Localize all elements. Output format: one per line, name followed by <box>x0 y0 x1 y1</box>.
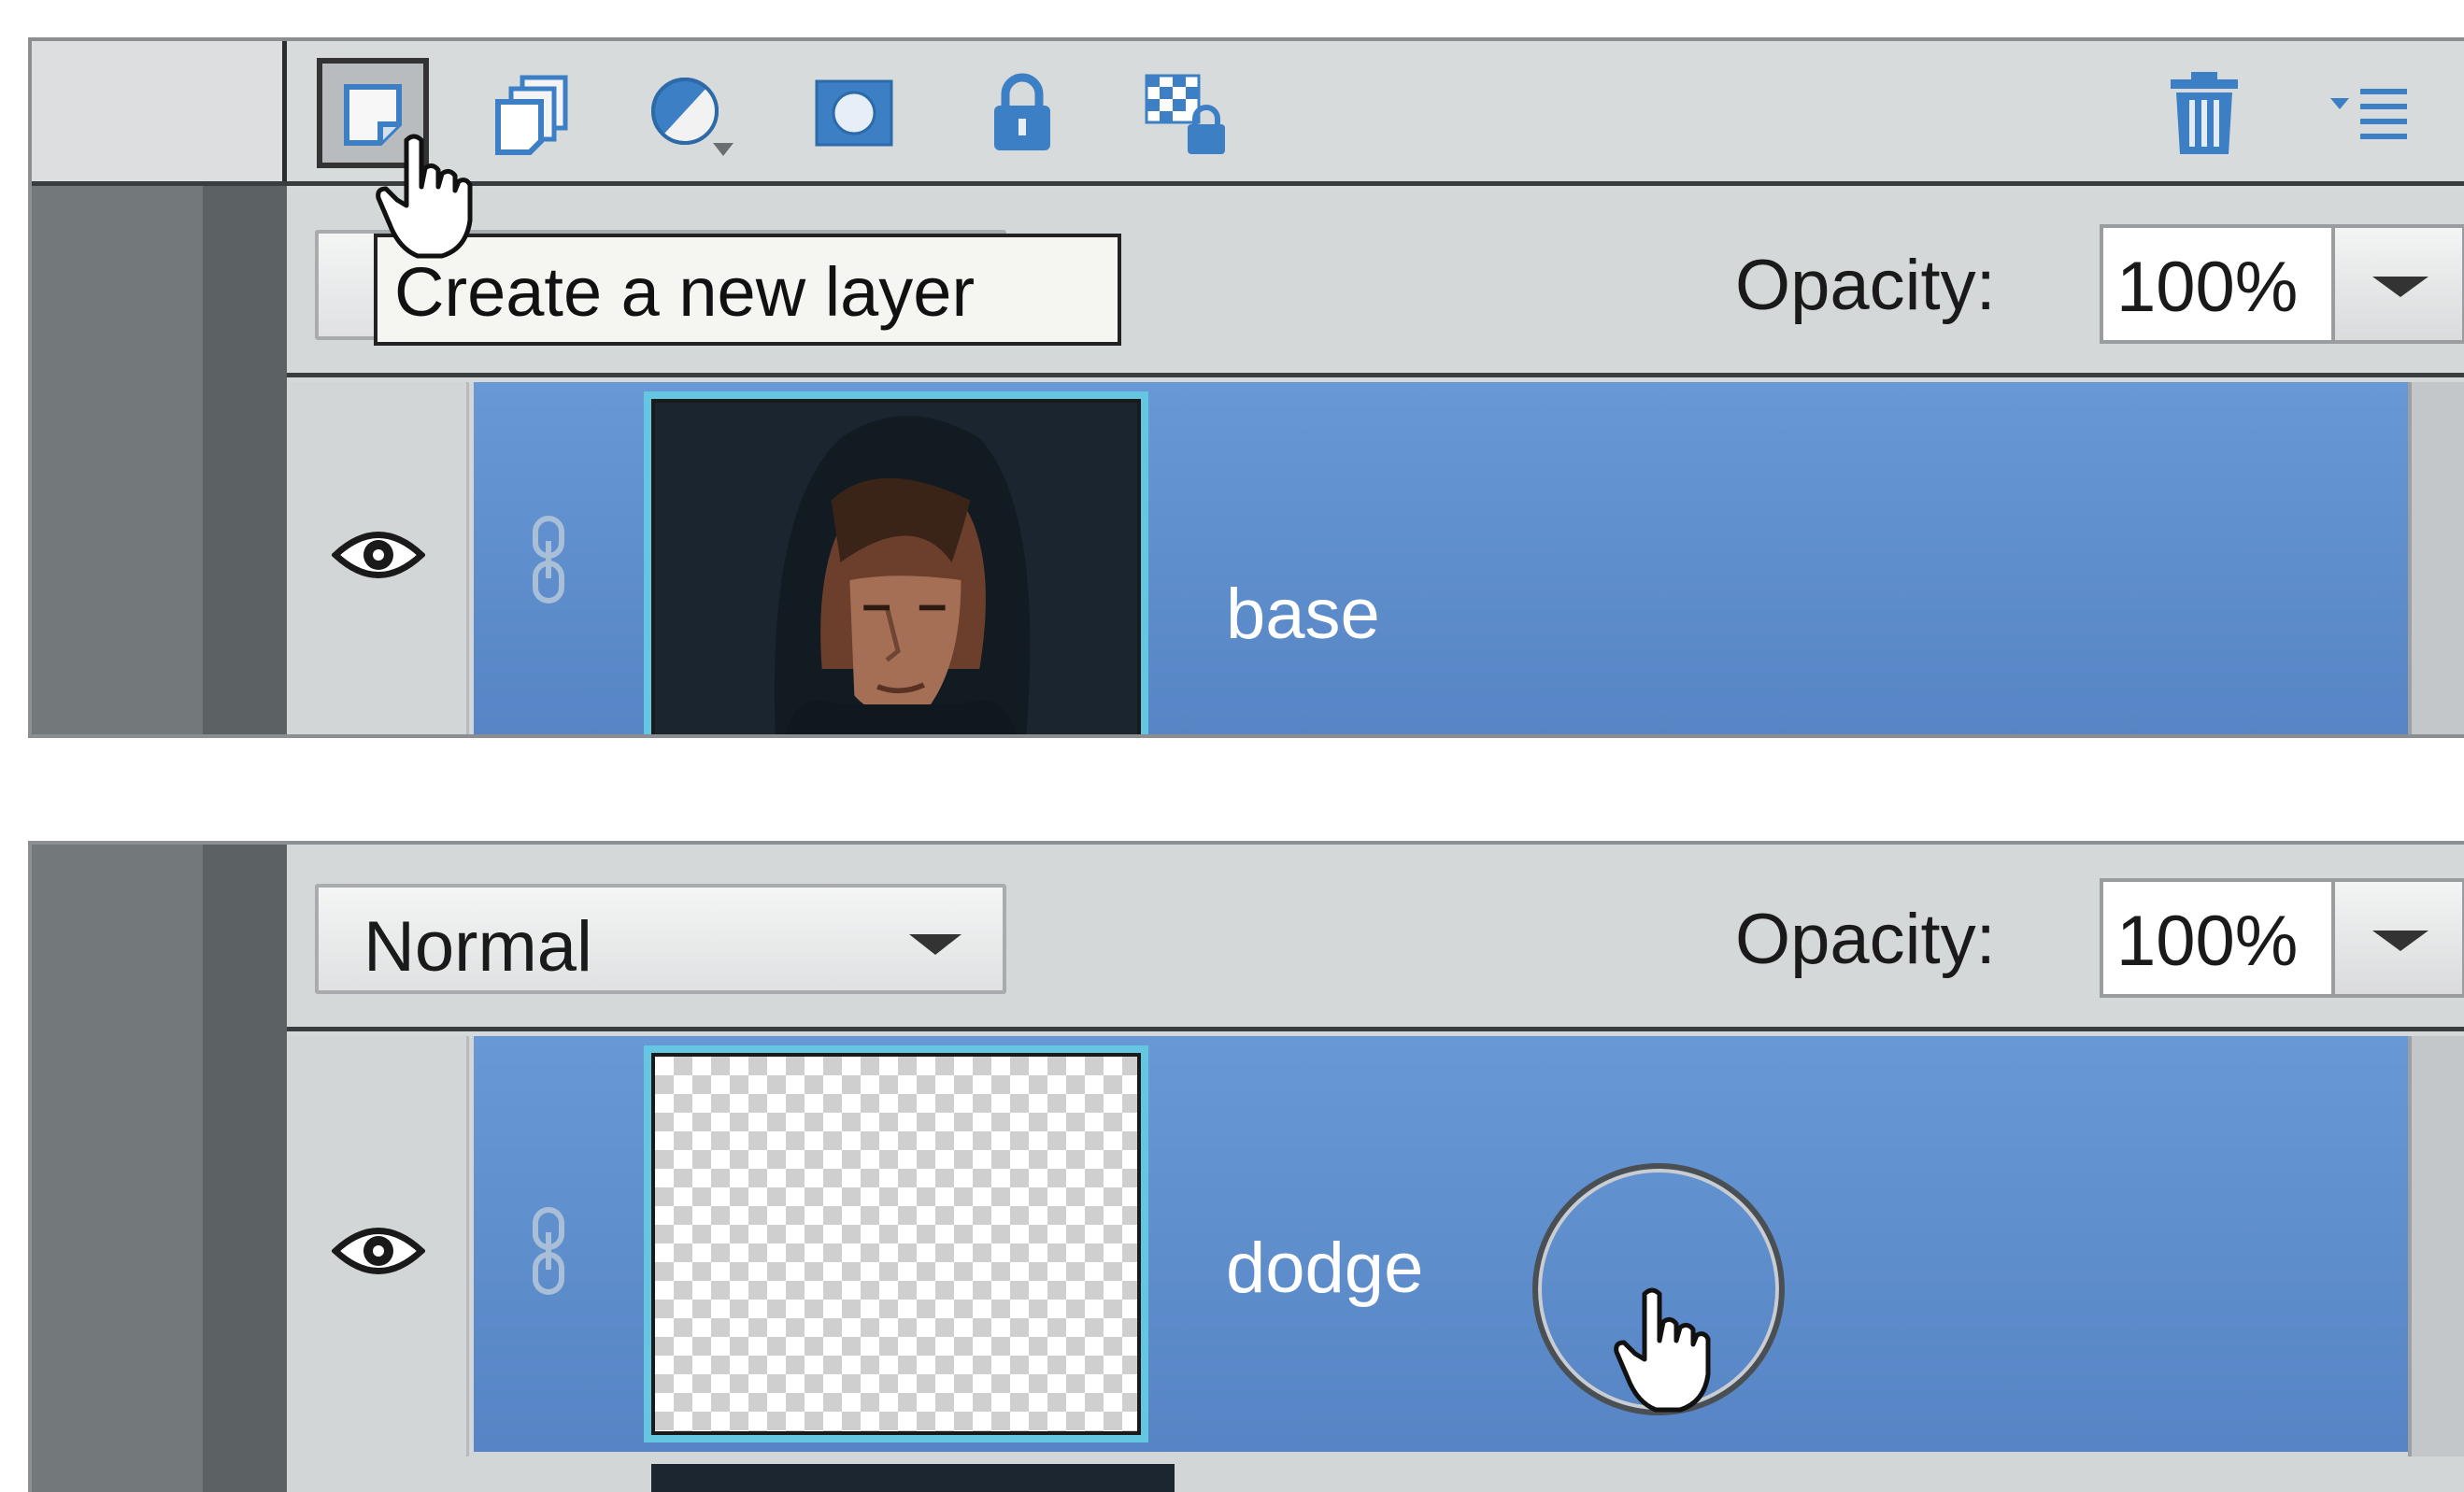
lock-transparent-button[interactable] <box>1130 58 1242 168</box>
lock-icon <box>994 73 1050 150</box>
toolbar-spacer <box>32 41 287 181</box>
layer-thumbnail-frame[interactable] <box>644 1045 1148 1442</box>
layer-selected-body[interactable]: dodge <box>474 1036 2464 1452</box>
panel-menu-icon <box>2330 89 2407 139</box>
scrollbar[interactable] <box>2408 1036 2464 1456</box>
hand-cursor-icon <box>1614 1287 1711 1413</box>
add-layer-mask-button[interactable] <box>798 58 910 168</box>
portrait-image <box>655 403 1137 734</box>
panel-rail <box>32 186 203 734</box>
layer-mask-icon <box>815 79 893 147</box>
adjustment-layer-icon <box>651 78 734 156</box>
layer-row-base[interactable]: base <box>287 382 2464 734</box>
lock-transparent-icon <box>1145 74 1225 154</box>
layer-row-next[interactable] <box>287 1456 2464 1492</box>
trash-icon <box>2171 72 2238 154</box>
layer-thumbnail-frame[interactable] <box>644 391 1148 734</box>
panel-rail <box>32 845 203 1492</box>
visibility-toggle[interactable] <box>287 1036 469 1456</box>
opacity-dropdown-button[interactable] <box>2335 224 2464 344</box>
panel-rail-inner <box>203 845 287 1492</box>
layer-name[interactable]: base <box>1226 574 1380 655</box>
chevron-down-icon <box>2372 931 2428 951</box>
chevron-down-icon <box>909 934 961 955</box>
panel-rail-inner <box>203 186 287 734</box>
layer-thumbnail-transparent <box>651 1053 1141 1435</box>
layers-panel-bottom: Normal Opacity: 100% dodge <box>28 841 2464 1492</box>
opacity-input[interactable]: 100% <box>2100 878 2335 998</box>
blend-mode-select[interactable]: Normal <box>315 884 1006 994</box>
blend-mode-value: Normal <box>363 907 592 987</box>
duplicate-layer-icon <box>495 75 568 155</box>
duplicate-layer-button[interactable] <box>476 58 588 168</box>
layer-selected-body[interactable]: base <box>474 382 2464 734</box>
blend-opacity-bar: Normal Opacity: 100% <box>287 845 2464 1031</box>
opacity-label: Opacity: <box>1735 900 1996 979</box>
chevron-down-icon <box>2372 277 2428 297</box>
link-icon[interactable] <box>520 513 577 606</box>
opacity-dropdown-button[interactable] <box>2335 878 2464 998</box>
lock-all-button[interactable] <box>966 58 1078 168</box>
opacity-label: Opacity: <box>1735 246 1996 325</box>
layer-name[interactable]: dodge <box>1226 1228 1423 1309</box>
layer-thumbnail-photo <box>651 399 1141 734</box>
delete-layer-button[interactable] <box>2148 58 2260 168</box>
link-icon[interactable] <box>520 1204 577 1298</box>
hand-cursor-icon <box>376 134 473 259</box>
eye-icon <box>332 1228 425 1274</box>
eye-icon <box>332 532 425 578</box>
layer-thumbnail-peek <box>651 1464 1175 1492</box>
opacity-input[interactable]: 100% <box>2100 224 2335 344</box>
scrollbar[interactable] <box>2408 382 2464 734</box>
panel-menu-button[interactable] <box>2312 58 2424 168</box>
adjustment-layer-button[interactable] <box>634 58 747 168</box>
layer-row-dodge[interactable]: dodge <box>287 1036 2464 1456</box>
visibility-toggle[interactable] <box>287 382 469 734</box>
